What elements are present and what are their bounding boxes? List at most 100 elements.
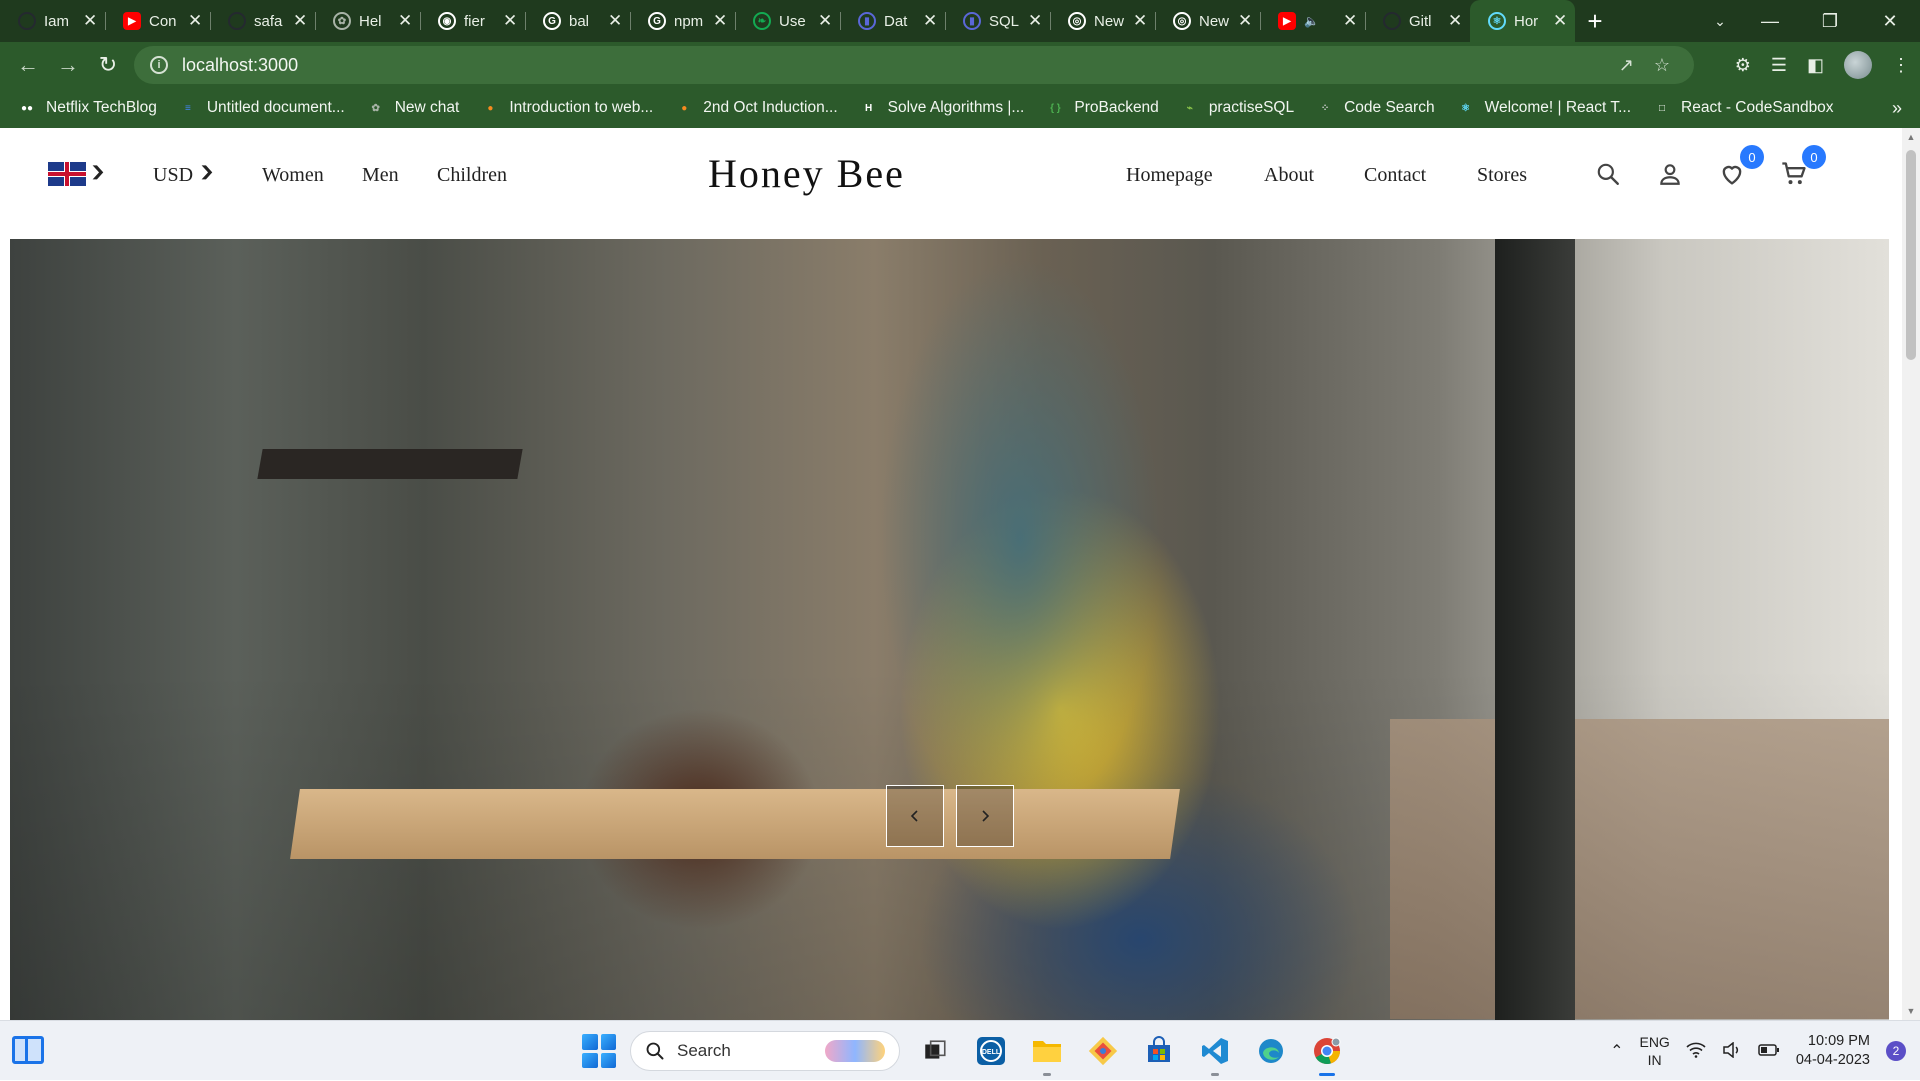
start-button[interactable]: [582, 1034, 616, 1068]
show-hidden-icons-chevron-up-icon[interactable]: ⌃: [1610, 1041, 1623, 1061]
dell-app-icon[interactable]: DELL: [970, 1030, 1012, 1072]
clock[interactable]: 10:09 PM 04-04-2023: [1796, 1032, 1870, 1070]
close-tab-icon[interactable]: ✕: [1343, 11, 1357, 31]
file-explorer-icon[interactable]: [1026, 1030, 1068, 1076]
back-button[interactable]: ←: [8, 45, 48, 85]
browser-tab[interactable]: ◎ New ✕: [1155, 0, 1260, 42]
notification-count-badge[interactable]: 2: [1886, 1041, 1906, 1061]
language-chevron-down-icon[interactable]: ❯: [90, 164, 106, 181]
vscode-icon[interactable]: [1194, 1030, 1236, 1076]
wifi-icon[interactable]: [1686, 1042, 1706, 1061]
browser-tab[interactable]: ❧ Use ✕: [735, 0, 840, 42]
browser-tab[interactable]: ✿ Hel ✕: [315, 0, 420, 42]
git-app-icon[interactable]: [1082, 1030, 1124, 1072]
nav-link-men[interactable]: Men: [362, 164, 399, 187]
site-logo[interactable]: Honey Bee: [708, 150, 905, 197]
nav-link-about[interactable]: About: [1264, 164, 1314, 187]
chrome-menu-icon[interactable]: ⋮: [1892, 55, 1910, 76]
scrollbar-thumb[interactable]: [1906, 150, 1916, 360]
search-icon[interactable]: [1592, 158, 1624, 190]
browser-tab[interactable]: ▮ SQL ✕: [945, 0, 1050, 42]
bookmark-label: practiseSQL: [1208, 99, 1295, 116]
bookmark-item[interactable]: ✿ New chat: [367, 99, 460, 117]
browser-tab[interactable]: Gnpm ✕: [630, 0, 735, 42]
close-tab-icon[interactable]: ✕: [1448, 11, 1462, 31]
bookmark-item[interactable]: H Solve Algorithms |...: [860, 99, 1024, 117]
bookmark-item[interactable]: ● Introduction to web...: [481, 99, 653, 117]
minimize-button[interactable]: —: [1740, 0, 1800, 42]
address-bar[interactable]: i localhost:3000 ↗ ☆: [134, 46, 1694, 84]
share-icon[interactable]: ↗: [1619, 55, 1634, 76]
scroll-down-arrow-icon[interactable]: ▼: [1906, 1006, 1916, 1016]
browser-tab[interactable]: ▮ Dat ✕: [840, 0, 945, 42]
browser-tab[interactable]: ◉ fier ✕: [420, 0, 525, 42]
bookmark-item[interactable]: ● 2nd Oct Induction...: [675, 99, 837, 117]
bookmark-item[interactable]: ⌁ practiseSQL: [1181, 99, 1294, 117]
close-tab-icon[interactable]: ✕: [1553, 11, 1567, 31]
side-panel-icon[interactable]: ◧: [1807, 55, 1824, 76]
browser-tab[interactable]: safa ✕: [210, 0, 315, 42]
new-tab-button[interactable]: +: [1575, 0, 1615, 42]
close-tab-icon[interactable]: ✕: [83, 11, 97, 31]
bookmark-item[interactable]: ⚛ Welcome! | React T...: [1457, 99, 1631, 117]
microsoft-store-icon[interactable]: [1138, 1030, 1180, 1072]
chrome-icon[interactable]: [1306, 1030, 1348, 1076]
bookmark-item[interactable]: ≡ Untitled document...: [179, 99, 345, 117]
close-tab-icon[interactable]: ✕: [1133, 11, 1147, 31]
browser-tab[interactable]: ▶ Con ✕: [105, 0, 210, 42]
nav-link-stores[interactable]: Stores: [1477, 164, 1527, 187]
battery-icon[interactable]: [1758, 1043, 1780, 1060]
volume-icon[interactable]: [1722, 1040, 1742, 1061]
forward-button[interactable]: →: [48, 45, 88, 85]
close-tab-icon[interactable]: ✕: [398, 11, 412, 31]
bookmark-item[interactable]: □ React - CodeSandbox: [1653, 99, 1834, 117]
slider-prev-button[interactable]: [886, 785, 944, 847]
nav-link-children[interactable]: Children: [437, 164, 507, 187]
tab-audio-icon[interactable]: 🔈: [1304, 14, 1319, 28]
browser-tab[interactable]: ◎ New ✕: [1050, 0, 1155, 42]
close-tab-icon[interactable]: ✕: [713, 11, 727, 31]
browser-tab[interactable]: Iam ✕: [0, 0, 105, 42]
reading-list-icon[interactable]: ☰: [1771, 55, 1787, 76]
tab-search-icon[interactable]: ⌄: [1705, 0, 1735, 42]
close-tab-icon[interactable]: ✕: [1238, 11, 1252, 31]
bookmarks-bar: ●● Netflix TechBlog ≡ Untitled document... ✿…: [0, 88, 1920, 128]
user-account-icon[interactable]: [1654, 158, 1686, 190]
browser-tab[interactable]: Gbal ✕: [525, 0, 630, 42]
taskbar-search[interactable]: Search: [630, 1031, 900, 1071]
bookmark-item[interactable]: ●● Netflix TechBlog: [18, 99, 157, 117]
task-view-icon[interactable]: [914, 1030, 956, 1072]
close-tab-icon[interactable]: ✕: [923, 11, 937, 31]
close-tab-icon[interactable]: ✕: [1028, 11, 1042, 31]
site-info-icon[interactable]: i: [150, 56, 168, 74]
close-tab-icon[interactable]: ✕: [188, 11, 202, 31]
close-window-button[interactable]: ✕: [1860, 0, 1920, 42]
nav-link-women[interactable]: Women: [262, 164, 324, 187]
bookmark-item[interactable]: { } ProBackend: [1046, 99, 1159, 117]
restore-button[interactable]: ❐: [1800, 0, 1860, 42]
uk-flag-icon[interactable]: [48, 162, 86, 186]
extensions-icon[interactable]: ⚙: [1735, 55, 1751, 76]
currency-selector[interactable]: USD: [153, 164, 193, 187]
input-language-indicator[interactable]: ENG IN: [1639, 1033, 1669, 1069]
bookmark-item[interactable]: ⁘ Code Search: [1316, 99, 1435, 117]
edge-icon[interactable]: [1250, 1030, 1292, 1072]
slider-next-button[interactable]: [956, 785, 1014, 847]
browser-tab[interactable]: ▶ 🔈 ✕: [1260, 0, 1365, 42]
more-bookmarks-chevron-icon[interactable]: »: [1892, 98, 1902, 119]
scroll-up-arrow-icon[interactable]: ▲: [1906, 132, 1916, 142]
reload-button[interactable]: ↻: [88, 45, 128, 85]
profile-avatar[interactable]: [1844, 51, 1872, 79]
close-tab-icon[interactable]: ✕: [818, 11, 832, 31]
nav-link-contact[interactable]: Contact: [1364, 164, 1426, 187]
widgets-icon[interactable]: [12, 1036, 44, 1064]
currency-chevron-down-icon[interactable]: ❯: [199, 164, 215, 181]
browser-tab[interactable]: ⚛ Hor ✕: [1470, 0, 1575, 42]
close-tab-icon[interactable]: ✕: [503, 11, 517, 31]
page-scrollbar[interactable]: ▲ ▼: [1902, 128, 1920, 1020]
close-tab-icon[interactable]: ✕: [608, 11, 622, 31]
nav-link-homepage[interactable]: Homepage: [1126, 164, 1213, 187]
close-tab-icon[interactable]: ✕: [293, 11, 307, 31]
browser-tab[interactable]: Gitl ✕: [1365, 0, 1470, 42]
bookmark-star-icon[interactable]: ☆: [1654, 55, 1670, 76]
